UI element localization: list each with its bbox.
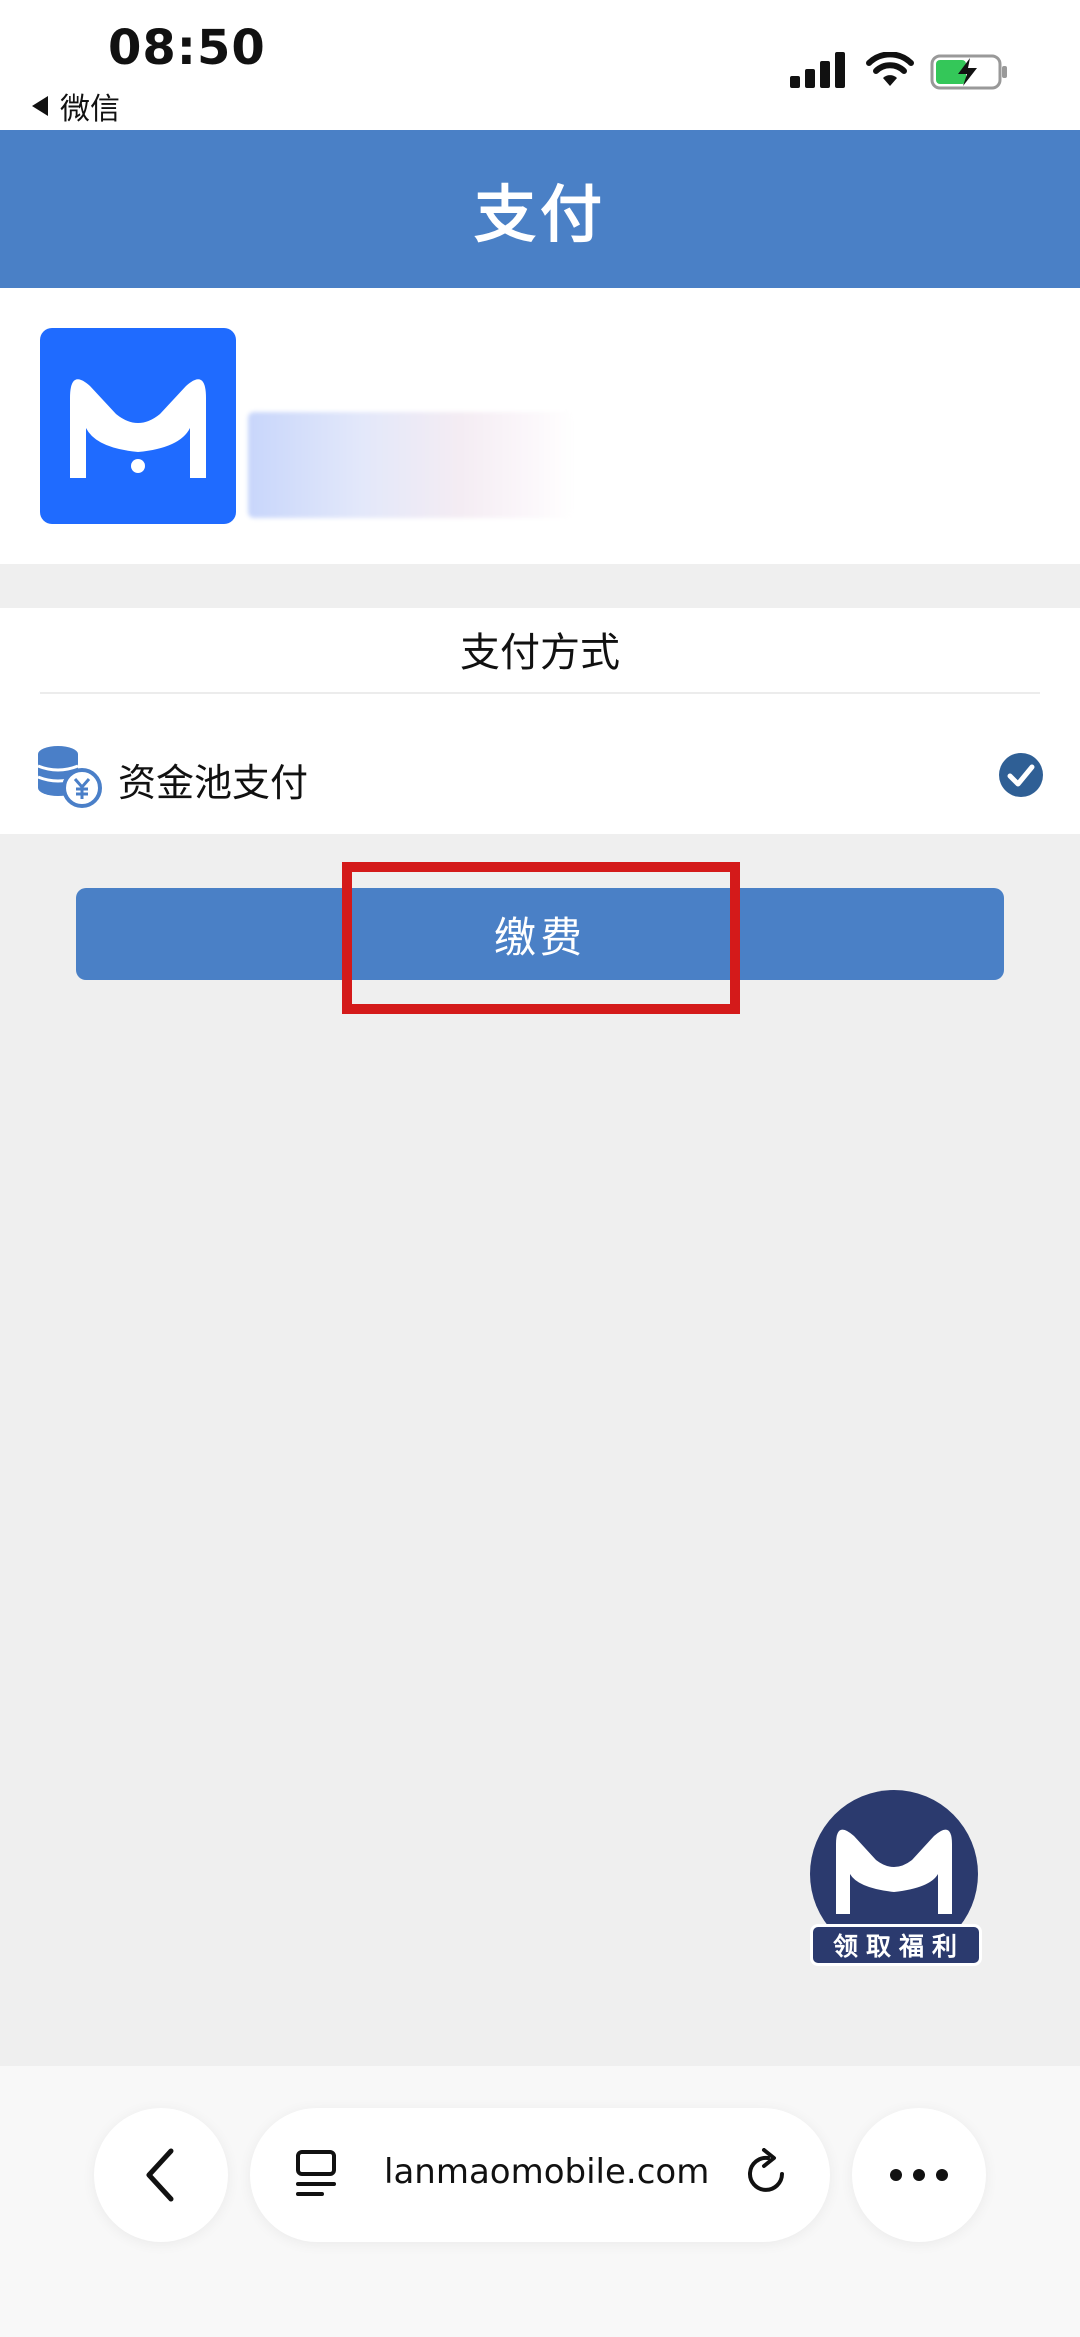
highlight-box [342,862,740,1014]
more-options-button[interactable] [852,2108,986,2242]
url-text[interactable]: lanmaomobile.com [384,2152,709,2192]
reload-icon[interactable] [744,2148,792,2200]
wifi-icon [866,52,914,86]
back-app-label: 微信 [60,92,120,127]
payment-method-title: 支付方式 [460,630,620,676]
browser-back-button[interactable] [94,2108,228,2242]
back-triangle-icon [32,96,48,116]
payment-method-label: 资金池支付 [118,761,309,805]
battery-charging-icon [930,54,1007,90]
more-dots-icon [890,2169,948,2181]
title-bar: 支付 [0,130,1080,288]
cellular-signal-icon [790,52,845,88]
page-title: 支付 [473,178,606,251]
chevron-left-icon [146,2148,174,2202]
tabs-icon[interactable] [294,2148,338,2200]
selected-check-icon[interactable] [998,752,1044,798]
back-to-app-link[interactable]: 微信 [32,84,120,128]
divider [40,692,1040,694]
merchant-name-blurred [248,412,574,518]
coins-yuan-icon [37,746,102,808]
m-cat-logo-icon [70,379,206,478]
merchant-logo [40,328,236,524]
status-time: 08:50 [108,20,266,76]
badge-label: 领取福利 [810,1924,982,1966]
welfare-badge[interactable]: 领取福利 [810,1790,986,1970]
